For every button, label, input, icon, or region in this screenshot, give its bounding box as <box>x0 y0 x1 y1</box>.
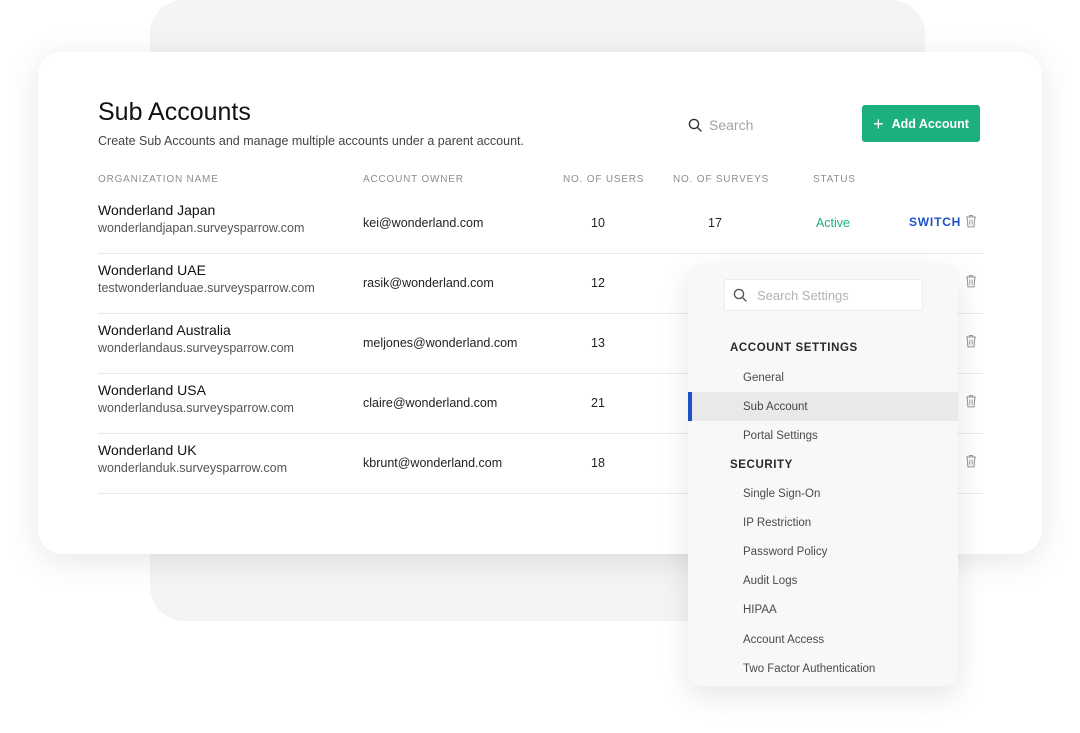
column-header-organization: ORGANIZATION NAME <box>98 174 219 185</box>
add-account-button[interactable]: + Add Account <box>862 105 980 142</box>
menu-item-single-sign-on[interactable]: Single Sign-On <box>688 479 958 508</box>
menu-item-hipaa[interactable]: HIPAA <box>688 595 958 624</box>
column-header-status: STATUS <box>813 174 856 185</box>
section-heading-security: SECURITY <box>730 459 793 471</box>
search-input[interactable] <box>709 117 849 133</box>
account-search[interactable] <box>688 114 868 136</box>
plus-icon: + <box>873 113 884 134</box>
trash-icon[interactable] <box>965 454 977 468</box>
menu-item-account-access[interactable]: Account Access <box>688 625 958 654</box>
organization-name: Wonderland UK <box>98 442 197 458</box>
account-owner: kbrunt@wonderland.com <box>363 456 503 470</box>
user-count: 10 <box>591 216 605 230</box>
settings-search-input[interactable] <box>757 287 907 303</box>
account-owner: claire@wonderland.com <box>363 396 498 410</box>
add-account-label: Add Account <box>891 116 969 131</box>
account-owner: kei@wonderland.com <box>363 216 484 230</box>
settings-search[interactable] <box>724 279 923 311</box>
menu-item-ip-restriction[interactable]: IP Restriction <box>688 508 958 537</box>
column-header-surveys: NO. OF SURVEYS <box>673 174 770 185</box>
menu-item-portal-settings[interactable]: Portal Settings <box>688 421 958 450</box>
account-owner: meljones@wonderland.com <box>363 336 518 350</box>
trash-icon[interactable] <box>965 334 977 348</box>
organization-name: Wonderland USA <box>98 382 206 398</box>
status-badge: Active <box>815 216 851 230</box>
user-count: 12 <box>591 276 605 290</box>
organization-domain: testwonderlanduae.surveysparrow.com <box>98 281 315 295</box>
organization-name: Wonderland Australia <box>98 322 231 338</box>
menu-item-two-factor-authentication[interactable]: Two Factor Authentication <box>688 654 958 683</box>
organization-domain: wonderlandaus.surveysparrow.com <box>98 341 294 355</box>
menu-item-password-policy[interactable]: Password Policy <box>688 537 958 566</box>
organization-name: Wonderland Japan <box>98 202 216 218</box>
page-title: Sub Accounts <box>98 98 251 126</box>
user-count: 13 <box>591 336 605 350</box>
organization-domain: wonderlandjapan.surveysparrow.com <box>98 221 305 235</box>
menu-item-sub-account[interactable]: Sub Account <box>688 392 958 421</box>
user-count: 21 <box>591 396 605 410</box>
trash-icon[interactable] <box>965 394 977 408</box>
organization-domain: wonderlanduk.surveysparrow.com <box>98 461 287 475</box>
trash-icon[interactable] <box>965 214 977 228</box>
menu-item-audit-logs[interactable]: Audit Logs <box>688 566 958 595</box>
trash-icon[interactable] <box>965 274 977 288</box>
organization-domain: wonderlandusa.surveysparrow.com <box>98 401 294 415</box>
organization-name: Wonderland UAE <box>98 262 206 278</box>
table-row: Wonderland Japan wonderlandjapan.surveys… <box>98 194 983 254</box>
app-stage: Sub Accounts Create Sub Accounts and man… <box>0 0 1080 733</box>
user-count: 18 <box>591 456 605 470</box>
page-subtitle: Create Sub Accounts and manage multiple … <box>98 134 524 148</box>
account-owner: rasik@wonderland.com <box>363 276 494 290</box>
section-heading-account-settings: ACCOUNT SETTINGS <box>730 342 858 354</box>
column-header-owner: ACCOUNT OWNER <box>363 174 464 185</box>
active-indicator <box>688 392 692 421</box>
switch-account-button[interactable]: SWITCH <box>909 215 961 229</box>
search-icon <box>688 118 702 132</box>
menu-item-general[interactable]: General <box>688 363 958 392</box>
settings-panel: ACCOUNT SETTINGS General Sub Account Por… <box>688 264 958 686</box>
search-icon <box>733 288 747 302</box>
survey-count: 17 <box>708 216 722 230</box>
column-header-users: NO. OF USERS <box>563 174 645 185</box>
